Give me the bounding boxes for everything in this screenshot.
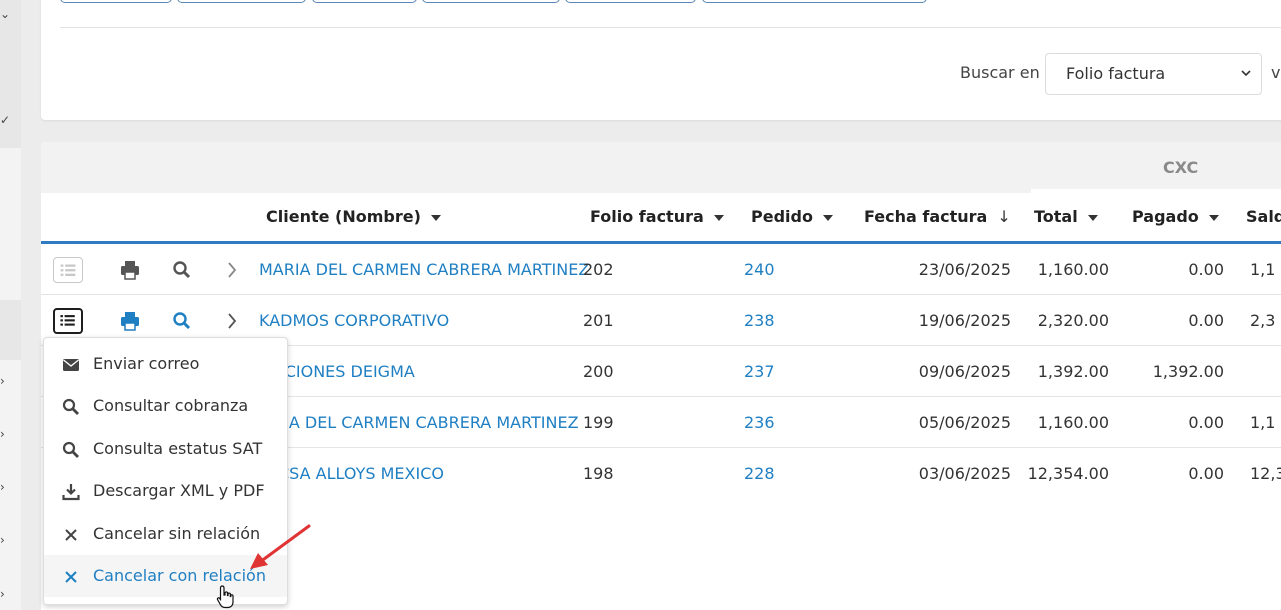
sort-menu-icon[interactable] — [822, 214, 833, 221]
envelope-icon — [63, 359, 79, 371]
total-cell: 1,160.00 — [1037, 260, 1109, 279]
client-name-link[interactable]: UCIONES DEIGMA — [273, 362, 415, 381]
chevron-right-icon[interactable]: › — [0, 481, 10, 493]
chevron-right-icon[interactable]: › — [0, 375, 10, 387]
sidebar: ⌄ ✓ › › › › › — [0, 0, 21, 610]
sort-menu-icon[interactable] — [1087, 214, 1098, 221]
col-header-cliente[interactable]: Cliente (Nombre) — [266, 207, 441, 226]
chevron-right-icon[interactable]: › — [0, 588, 10, 600]
chevron-down-icon[interactable]: ⌄ — [0, 8, 10, 20]
download-icon — [62, 484, 80, 501]
sort-menu-icon[interactable] — [430, 214, 441, 221]
chevron-down-icon — [1241, 70, 1251, 77]
pagado-cell: 0.00 — [1188, 464, 1224, 483]
sort-desc-icon[interactable]: ↓ — [997, 207, 1010, 226]
pagado-cell: 0.00 — [1188, 260, 1224, 279]
fecha-cell: 09/06/2025 — [918, 362, 1011, 381]
check-icon[interactable]: ✓ — [0, 114, 10, 126]
table-row: MARIA DEL CARMEN CABRERA MARTINEZ 202 24… — [41, 244, 1281, 295]
folio-cell: 202 — [583, 260, 614, 279]
client-name-link[interactable]: MARIA DEL CARMEN CABRERA MARTINEZ — [259, 260, 589, 279]
folio-cell: 201 — [583, 311, 614, 330]
fecha-cell: 23/06/2025 — [918, 260, 1011, 279]
col-header-folio[interactable]: Folio factura — [590, 207, 724, 226]
saldo-cell: 12,3 — [1250, 464, 1281, 483]
folio-cell: 200 — [583, 362, 614, 381]
client-name-link[interactable]: KADMOS CORPORATIVO — [259, 311, 449, 330]
pedido-link[interactable]: 238 — [744, 311, 775, 330]
group-header-band — [41, 142, 1281, 193]
client-name-link[interactable]: CSA ALLOYS MEXICO — [278, 464, 444, 483]
menu-item-descargar-xml-pdf[interactable]: Descargar XML y PDF — [44, 470, 287, 512]
col-header-pagado[interactable]: Pagado — [1132, 207, 1219, 226]
table-header: Cliente (Nombre) Folio factura Pedido Fe… — [41, 193, 1281, 243]
client-name-link[interactable]: RIA DEL CARMEN CABRERA MARTINEZ — [273, 413, 579, 432]
fecha-cell: 05/06/2025 — [918, 413, 1011, 432]
list-icon[interactable] — [53, 257, 83, 283]
select-value: Folio factura — [1066, 64, 1166, 83]
search-icon[interactable] — [167, 308, 197, 334]
pedido-link[interactable]: 236 — [744, 413, 775, 432]
pagado-cell: 1,392.00 — [1152, 362, 1224, 381]
menu-item-enviar-correo[interactable]: Enviar correo — [44, 343, 287, 385]
truncated-text: v — [1271, 63, 1281, 82]
filter-chip[interactable] — [702, 0, 927, 3]
col-header-pedido[interactable]: Pedido — [751, 207, 833, 226]
filter-chip[interactable] — [177, 0, 306, 3]
col-header-total[interactable]: Total — [1034, 207, 1098, 226]
saldo-cell: 2,3 — [1250, 311, 1276, 330]
search-icon — [62, 398, 79, 415]
total-cell: 1,392.00 — [1037, 362, 1109, 381]
saldo-cell: 1,1 — [1250, 260, 1276, 279]
chevron-right-icon[interactable]: › — [0, 534, 10, 546]
list-icon[interactable] — [53, 308, 83, 334]
close-icon — [65, 529, 77, 541]
chevron-right-icon[interactable] — [217, 257, 247, 283]
total-cell: 2,320.00 — [1037, 311, 1109, 330]
chevron-right-icon[interactable] — [217, 308, 247, 334]
search-icon — [62, 441, 79, 458]
chevron-right-icon[interactable]: › — [0, 428, 10, 440]
col-header-fecha[interactable]: Fecha factura ↓ — [864, 207, 1011, 226]
folio-cell: 199 — [583, 413, 614, 432]
pedido-link[interactable]: 237 — [744, 362, 775, 381]
annotation-arrow-icon — [250, 524, 311, 569]
close-icon — [65, 571, 77, 583]
folio-cell: 198 — [583, 464, 614, 483]
total-cell: 12,354.00 — [1027, 464, 1109, 483]
search-in-label: Buscar en — [960, 63, 1040, 82]
sort-menu-icon[interactable] — [713, 214, 724, 221]
pedido-link[interactable]: 228 — [744, 464, 775, 483]
fecha-cell: 19/06/2025 — [918, 311, 1011, 330]
filter-chip[interactable] — [565, 0, 696, 3]
hand-pointer-icon — [216, 585, 234, 609]
pagado-cell: 0.00 — [1188, 413, 1224, 432]
filter-panel: Buscar en Folio factura v — [41, 0, 1281, 120]
search-field-select[interactable]: Folio factura — [1045, 53, 1262, 95]
print-icon[interactable] — [115, 308, 145, 334]
col-header-saldo[interactable]: Sald — [1246, 207, 1281, 226]
sort-menu-icon[interactable] — [1208, 214, 1219, 221]
divider — [60, 27, 1281, 28]
search-icon[interactable] — [167, 257, 197, 283]
filter-chip[interactable] — [60, 0, 172, 3]
group-header-cxc: CXC — [1163, 158, 1199, 177]
menu-item-consultar-cobranza[interactable]: Consultar cobranza — [44, 385, 287, 427]
filter-chip[interactable] — [312, 0, 417, 3]
print-icon[interactable] — [115, 257, 145, 283]
saldo-cell: 1,1 — [1250, 413, 1276, 432]
pagado-cell: 0.00 — [1188, 311, 1224, 330]
pedido-link[interactable]: 240 — [744, 260, 775, 279]
filter-chip[interactable] — [422, 0, 560, 3]
total-cell: 1,160.00 — [1037, 413, 1109, 432]
fecha-cell: 03/06/2025 — [918, 464, 1011, 483]
menu-item-consulta-estatus-sat[interactable]: Consulta estatus SAT — [44, 428, 287, 470]
